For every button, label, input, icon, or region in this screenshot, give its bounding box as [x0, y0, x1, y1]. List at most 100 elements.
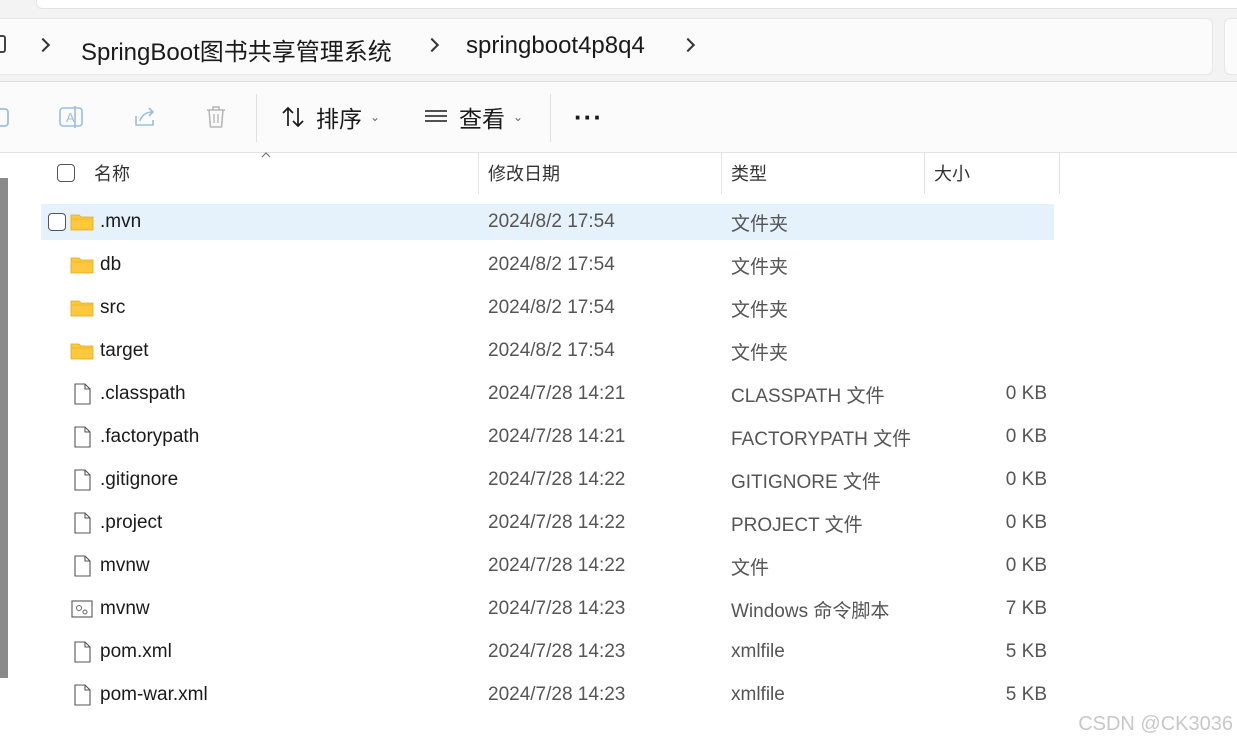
this-pc-icon[interactable]	[0, 35, 6, 53]
chevron-right-icon[interactable]	[681, 35, 695, 55]
chevron-right-icon[interactable]	[36, 35, 50, 55]
file-name: pom-war.xml	[100, 684, 208, 705]
file-row[interactable]: .gitignore 2024/7/28 14:22 GITIGNORE 文件 0 K…	[41, 462, 1054, 498]
chevron-down-icon: ⌄	[513, 110, 524, 124]
file-type: 文件夹	[731, 256, 789, 278]
file-modified-date: 2024/8/2 17:54	[488, 254, 615, 275]
file-icon	[74, 383, 91, 405]
window-top-strip	[0, 0, 1237, 18]
file-type: 文件夹	[731, 342, 789, 364]
view-label: 查看	[459, 106, 505, 132]
copy-icon[interactable]	[0, 104, 14, 130]
file-type: Windows 命令脚本	[731, 600, 890, 622]
file-name: mvnw	[100, 555, 150, 576]
file-name: .factorypath	[100, 426, 200, 447]
file-row[interactable]: src 2024/8/2 17:54 文件夹	[41, 290, 1054, 326]
file-type: xmlfile	[731, 641, 785, 662]
file-icon	[74, 555, 91, 577]
file-icon	[74, 512, 91, 534]
file-size: 5 KB	[1005, 684, 1047, 705]
sort-button[interactable]: 排序 ⌄	[280, 100, 380, 134]
file-modified-date: 2024/8/2 17:54	[488, 340, 615, 361]
more-options-button[interactable]: ···	[574, 102, 603, 133]
column-header-type[interactable]: 类型	[731, 152, 767, 194]
folder-icon	[70, 343, 94, 360]
file-name: target	[100, 340, 149, 361]
file-icon	[74, 641, 91, 663]
file-size: 0 KB	[1005, 555, 1047, 576]
file-row[interactable]: .factorypath 2024/7/28 14:21 FACTORYPATH 文…	[41, 419, 1054, 455]
file-row[interactable]: mvnw 2024/7/28 14:23 Windows 命令脚本 7 KB	[41, 591, 1054, 627]
address-bar[interactable]: SpringBoot图书共享管理系统 springboot4p8q4	[0, 18, 1213, 75]
file-size: 0 KB	[1005, 469, 1047, 490]
sort-ascending-icon	[261, 152, 271, 158]
file-row[interactable]: db 2024/8/2 17:54 文件夹	[41, 247, 1054, 283]
file-modified-date: 2024/8/2 17:54	[488, 211, 615, 232]
file-type: 文件	[731, 557, 770, 579]
column-divider[interactable]	[721, 152, 722, 194]
file-modified-date: 2024/7/28 14:23	[488, 598, 626, 619]
file-size	[941, 290, 1047, 326]
file-row[interactable]: pom.xml 2024/7/28 14:23 xmlfile 5 KB	[41, 634, 1054, 670]
column-divider[interactable]	[924, 152, 925, 194]
file-icon	[74, 426, 91, 448]
column-header-date[interactable]: 修改日期	[488, 152, 560, 194]
file-type: 文件夹	[731, 299, 789, 321]
row-checkbox[interactable]	[48, 213, 66, 231]
file-row[interactable]: pom-war.xml 2024/7/28 14:23 xmlfile 5 KB	[41, 677, 1054, 713]
share-icon[interactable]	[132, 104, 158, 130]
delete-icon[interactable]	[203, 104, 229, 130]
file-size: 5 KB	[1005, 641, 1047, 662]
file-row[interactable]: .project 2024/7/28 14:22 PROJECT 文件 0 KB	[41, 505, 1054, 541]
file-type: 文件夹	[731, 213, 789, 235]
file-modified-date: 2024/7/28 14:22	[488, 512, 626, 533]
file-modified-date: 2024/7/28 14:22	[488, 469, 626, 490]
sort-label: 排序	[316, 106, 362, 132]
toolbar-divider	[256, 94, 257, 142]
address-area: SpringBoot图书共享管理系统 springboot4p8q4	[0, 18, 1237, 82]
column-header-name[interactable]: 名称	[94, 152, 130, 194]
file-name: .mvn	[100, 211, 142, 232]
navigation-pane-scrollbar[interactable]	[0, 178, 8, 678]
file-type: FACTORYPATH 文件	[731, 428, 912, 450]
file-name: .gitignore	[100, 469, 179, 490]
column-divider[interactable]	[1059, 152, 1060, 194]
rename-icon[interactable]: A	[58, 104, 84, 130]
view-button[interactable]: 查看 ⌄	[423, 100, 523, 134]
file-size	[941, 247, 1047, 283]
folder-icon	[70, 214, 94, 231]
file-modified-date: 2024/7/28 14:23	[488, 641, 626, 662]
file-name: mvnw	[100, 598, 150, 619]
select-all-checkbox[interactable]	[57, 164, 75, 182]
folder-icon	[70, 257, 94, 274]
file-size: 7 KB	[1005, 598, 1047, 619]
file-size	[941, 204, 1047, 240]
file-icon	[74, 469, 91, 491]
file-modified-date: 2024/7/28 14:21	[488, 383, 626, 404]
file-name: .classpath	[100, 383, 186, 404]
file-modified-date: 2024/8/2 17:54	[488, 297, 615, 318]
file-size	[941, 333, 1047, 369]
script-file-icon	[71, 600, 93, 618]
file-row[interactable]: .mvn 2024/8/2 17:54 文件夹	[41, 204, 1054, 240]
search-box[interactable]	[1224, 18, 1237, 75]
command-bar: A 排序 ⌄ 查看 ⌄ ···	[0, 82, 1237, 153]
file-name: .project	[100, 512, 163, 533]
column-divider[interactable]	[478, 152, 479, 194]
folder-icon	[70, 300, 94, 317]
chevron-right-icon[interactable]	[425, 35, 439, 55]
file-modified-date: 2024/7/28 14:21	[488, 426, 626, 447]
file-row[interactable]: target 2024/8/2 17:54 文件夹	[41, 333, 1054, 369]
toolbar-divider	[550, 94, 551, 142]
breadcrumb-item-current-folder[interactable]: springboot4p8q4	[466, 32, 645, 60]
file-modified-date: 2024/7/28 14:23	[488, 684, 626, 705]
breadcrumb-item-project-root[interactable]: SpringBoot图书共享管理系统	[81, 32, 392, 67]
file-icon	[74, 684, 91, 706]
column-header-size[interactable]: 大小	[934, 152, 970, 194]
file-row[interactable]: mvnw 2024/7/28 14:22 文件 0 KB	[41, 548, 1054, 584]
file-row[interactable]: .classpath 2024/7/28 14:21 CLASSPATH 文件 0 K…	[41, 376, 1054, 412]
file-size: 0 KB	[1005, 426, 1047, 447]
watermark: CSDN @CK3036	[1078, 713, 1233, 735]
file-size: 0 KB	[1005, 512, 1047, 533]
file-size: 0 KB	[1005, 383, 1047, 404]
